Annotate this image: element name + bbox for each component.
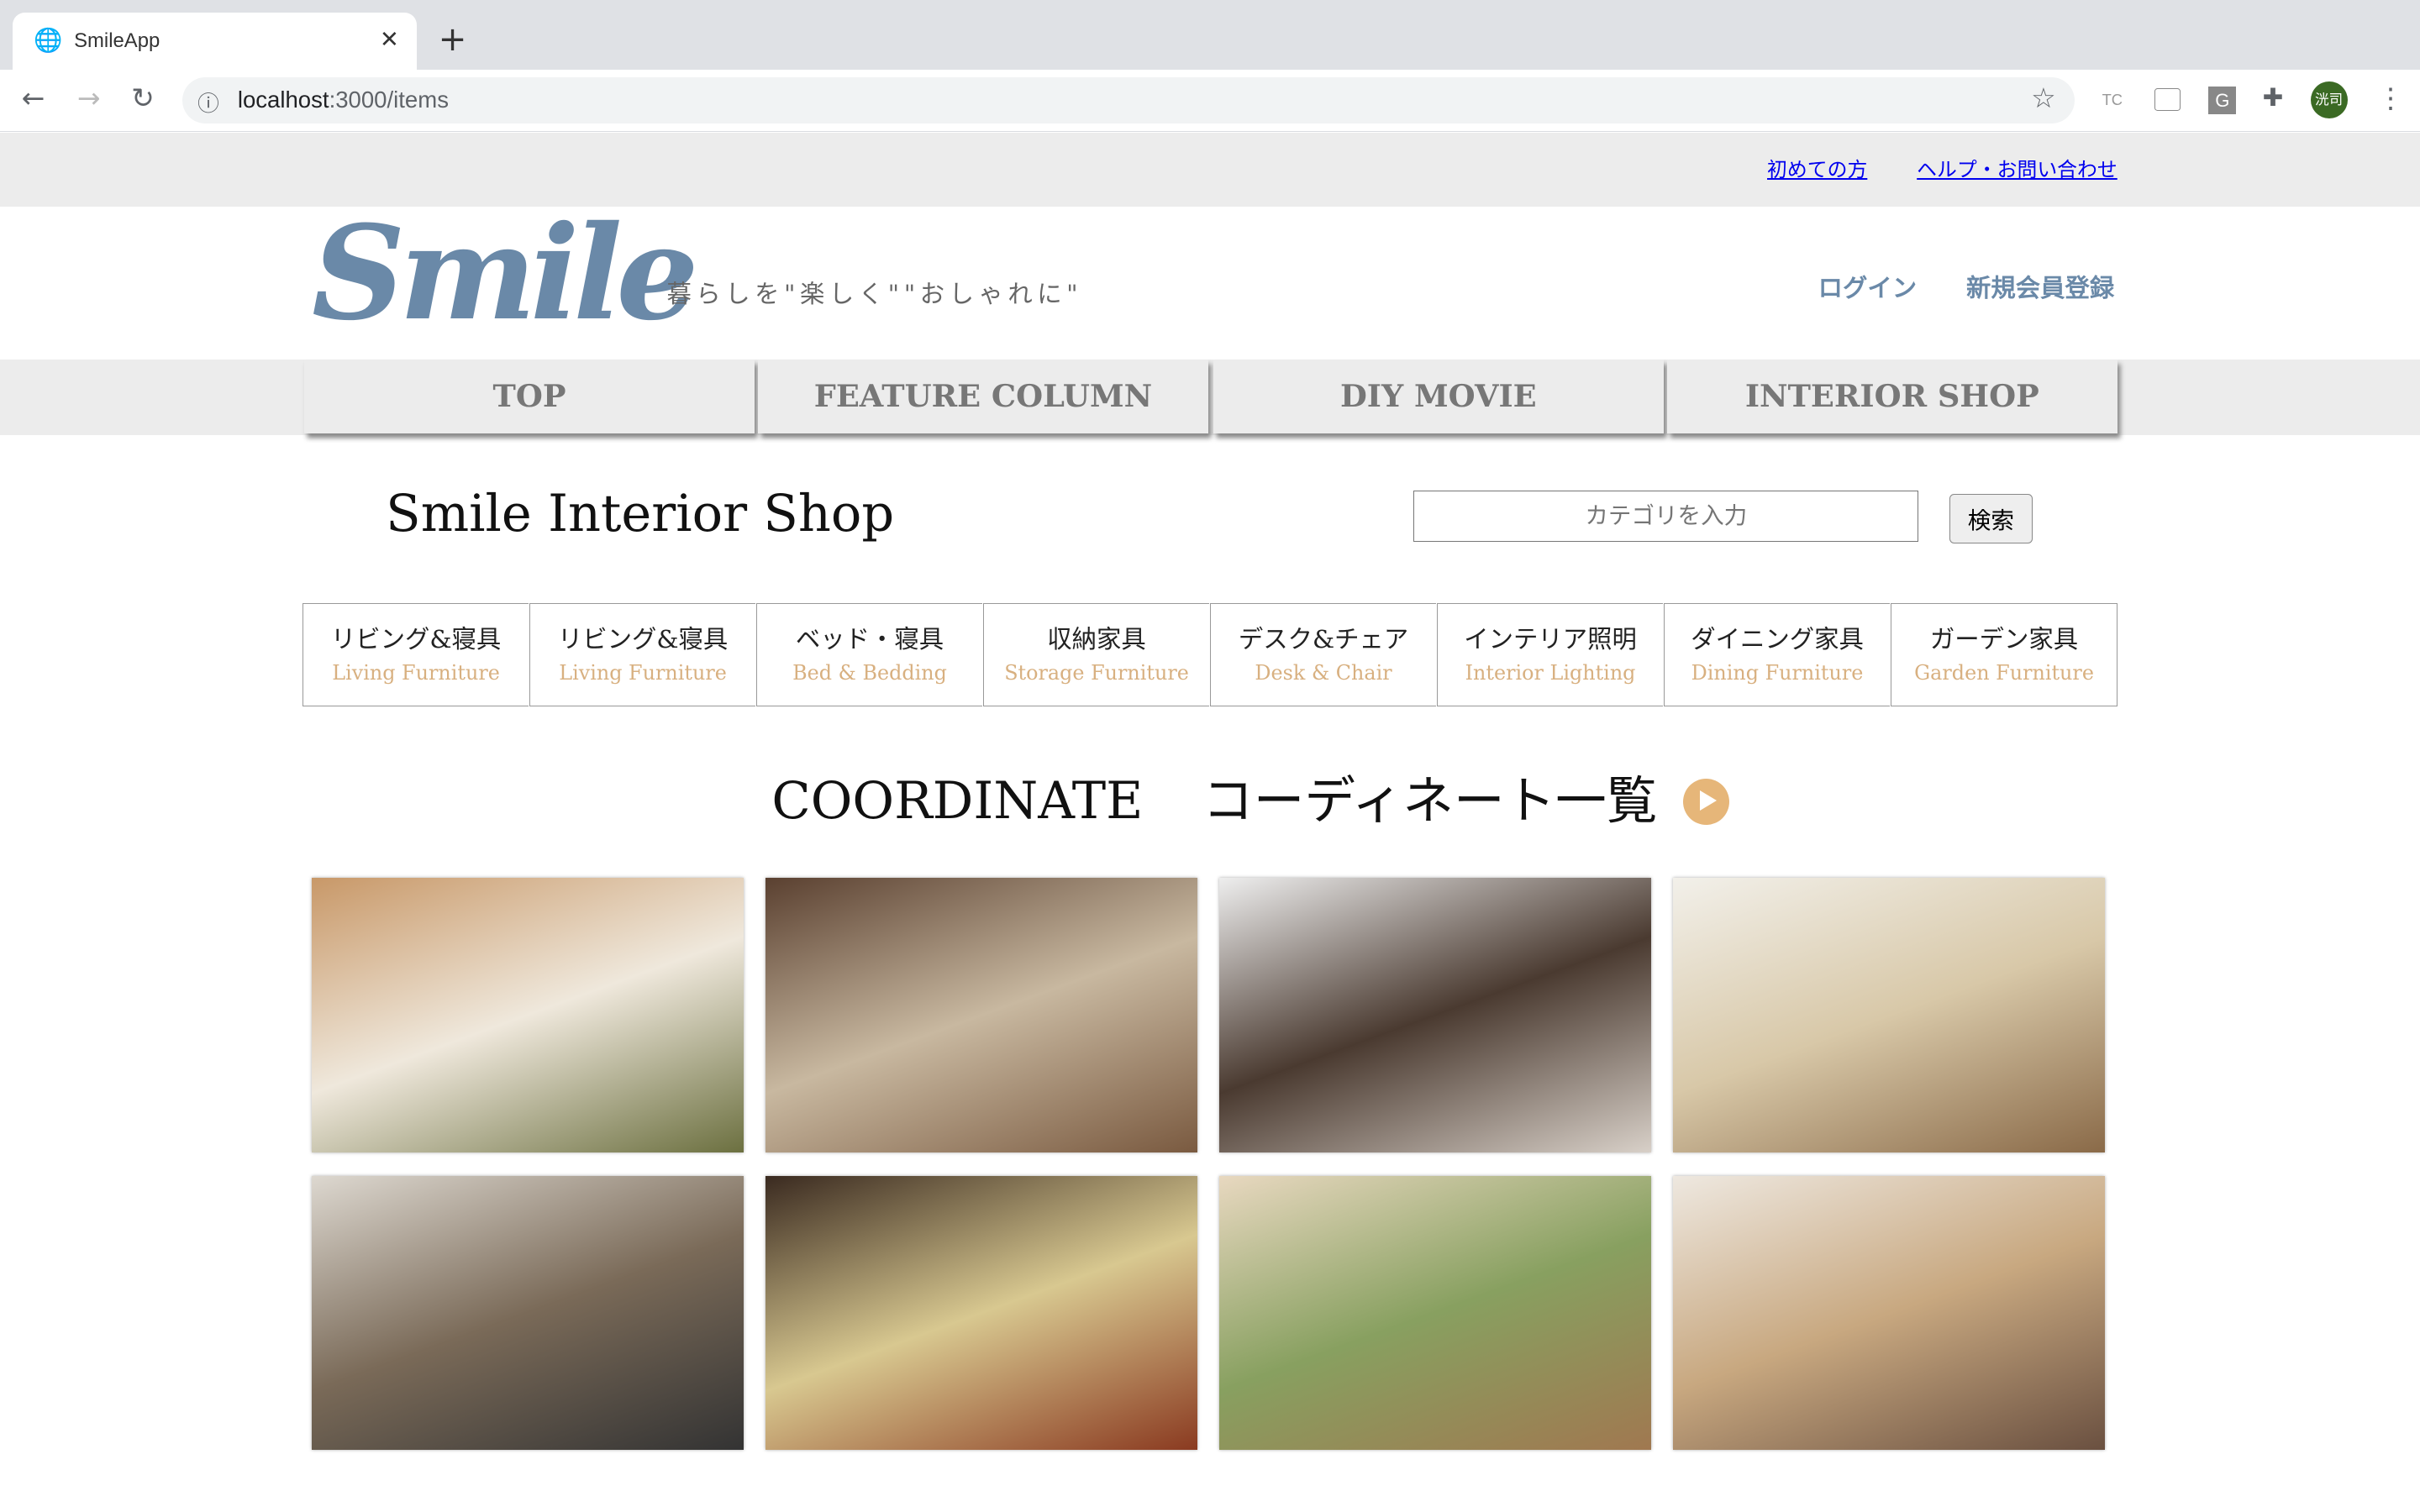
category-item[interactable]: リビング&寝具 Living Furniture bbox=[529, 603, 756, 707]
search-button[interactable]: 検索 bbox=[1949, 493, 2033, 543]
profile-avatar[interactable]: 洸司 bbox=[2310, 81, 2348, 119]
cast-extension-icon[interactable] bbox=[2154, 87, 2181, 112]
coordinate-photo[interactable] bbox=[1218, 878, 1652, 1152]
signup-link[interactable]: 新規会員登録 bbox=[1966, 269, 2114, 304]
category-search-input[interactable] bbox=[1413, 491, 1919, 542]
new-tab-icon[interactable]: + bbox=[439, 18, 467, 59]
coordinate-heading: COORDINATE コーディネート一覧 bbox=[771, 760, 1729, 833]
coordinate-photo[interactable] bbox=[312, 878, 744, 1152]
reload-icon[interactable]: ↻ bbox=[131, 81, 155, 114]
category-jp: デスク&チェア bbox=[1238, 624, 1409, 654]
tab-title: SmileApp bbox=[74, 29, 160, 52]
forward-icon[interactable]: → bbox=[77, 81, 101, 114]
category-jp: ダイニング家具 bbox=[1691, 624, 1864, 654]
nav-top[interactable]: TOP bbox=[303, 359, 755, 434]
coordinate-photo[interactable] bbox=[1672, 1175, 2106, 1451]
browser-toolbar: ← → ↻ ⓘ localhost:3000/items ☆ TC G ✚ 洸司… bbox=[0, 69, 2420, 133]
coordinate-photo[interactable] bbox=[312, 1175, 744, 1451]
menu-kebab-icon[interactable]: ⋮ bbox=[2377, 81, 2405, 114]
category-en: Interior Lighting bbox=[1465, 660, 1636, 685]
top-links-bar: 初めての方 ヘルプ・お問い合わせ bbox=[0, 132, 2420, 207]
category-en: Dining Furniture bbox=[1691, 660, 1864, 685]
category-jp: インテリア照明 bbox=[1464, 624, 1637, 654]
category-jp: 収納家具 bbox=[1047, 624, 1146, 654]
globe-icon: 🌐 bbox=[34, 27, 63, 54]
help-contact-link[interactable]: ヘルプ・お問い合わせ bbox=[1917, 153, 2118, 182]
category-jp: ガーデン家具 bbox=[1929, 624, 2079, 654]
back-icon[interactable]: ← bbox=[22, 81, 45, 114]
category-item[interactable]: インテリア照明 Interior Lighting bbox=[1436, 603, 1664, 707]
category-en: Storage Furniture bbox=[1004, 660, 1189, 685]
extension-tc-icon[interactable]: TC bbox=[2102, 91, 2123, 109]
coordinate-photo[interactable] bbox=[1672, 878, 2106, 1152]
url-path: :3000/items bbox=[329, 86, 449, 113]
address-bar[interactable]: ⓘ localhost:3000/items ☆ bbox=[182, 76, 2075, 123]
category-jp: ベッド・寝具 bbox=[795, 624, 944, 654]
category-item[interactable]: デスク&チェア Desk & Chair bbox=[1209, 603, 1437, 707]
browser-tab[interactable]: 🌐 SmileApp ✕ bbox=[12, 12, 417, 70]
login-link[interactable]: ログイン bbox=[1818, 269, 1918, 304]
category-en: Living Furniture bbox=[559, 660, 727, 685]
page-title: Smile Interior Shop bbox=[386, 484, 895, 543]
coordinate-title-jp: コーディネート一覧 bbox=[1202, 772, 1658, 832]
extension-g-icon[interactable]: G bbox=[2208, 86, 2237, 114]
category-en: Living Furniture bbox=[332, 660, 500, 685]
category-en: Desk & Chair bbox=[1255, 660, 1392, 685]
extensions-puzzle-icon[interactable]: ✚ bbox=[2263, 83, 2284, 112]
tab-bar: 🌐 SmileApp ✕ + bbox=[0, 0, 2420, 70]
category-item[interactable]: 収納家具 Storage Furniture bbox=[982, 603, 1210, 707]
info-icon: ⓘ bbox=[197, 92, 219, 116]
bookmark-star-icon[interactable]: ☆ bbox=[2031, 81, 2056, 115]
category-en: Garden Furniture bbox=[1914, 660, 2094, 685]
category-en: Bed & Bedding bbox=[792, 660, 947, 685]
nav-diy-movie[interactable]: DIY MOVIE bbox=[1213, 359, 1664, 434]
url-host: localhost bbox=[237, 86, 329, 113]
play-arrow-icon[interactable] bbox=[1682, 778, 1729, 825]
nav-interior-shop[interactable]: INTERIOR SHOP bbox=[1666, 359, 2118, 434]
category-item[interactable]: ガーデン家具 Garden Furniture bbox=[1890, 603, 2118, 707]
coordinate-title-en: COORDINATE bbox=[771, 772, 1144, 832]
tagline: 暮らしを"楽しく""おしゃれに" bbox=[666, 279, 1083, 308]
category-item[interactable]: ベッド・寝具 Bed & Bedding bbox=[755, 603, 983, 707]
coordinate-photo[interactable] bbox=[765, 878, 1198, 1152]
category-jp: リビング&寝具 bbox=[557, 624, 729, 654]
category-item[interactable]: ダイニング家具 Dining Furniture bbox=[1663, 603, 1891, 707]
coordinate-photo[interactable] bbox=[765, 1175, 1198, 1451]
nav-feature-column[interactable]: FEATURE COLUMN bbox=[757, 359, 1209, 434]
logo[interactable]: Smile bbox=[312, 197, 699, 349]
close-tab-icon[interactable]: ✕ bbox=[380, 26, 399, 53]
coordinate-photo[interactable] bbox=[1218, 1175, 1652, 1451]
category-jp: リビング&寝具 bbox=[330, 624, 502, 654]
first-time-link[interactable]: 初めての方 bbox=[1767, 153, 1867, 182]
category-item[interactable]: リビング&寝具 Living Furniture bbox=[302, 603, 529, 707]
